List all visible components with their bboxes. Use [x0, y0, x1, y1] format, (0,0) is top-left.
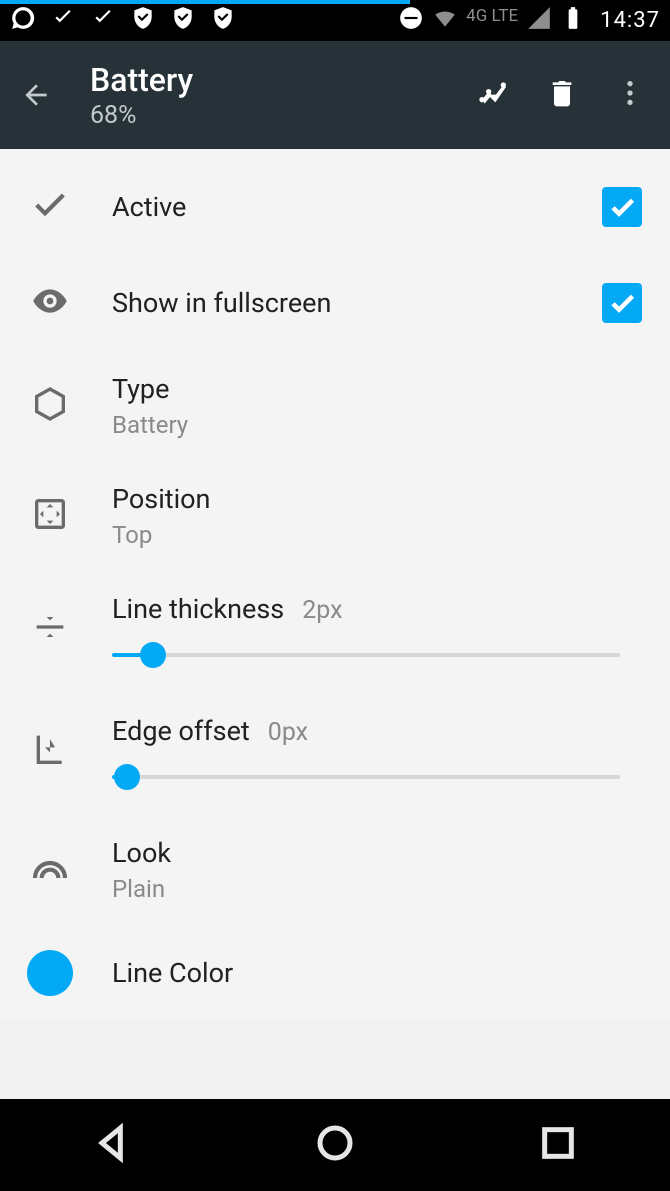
wifi-icon — [432, 5, 458, 37]
chart-icon[interactable] — [478, 77, 510, 113]
check-icon — [30, 185, 70, 229]
top-progress-line — [0, 0, 410, 4]
shield-check-icon — [210, 5, 236, 37]
cell-signal-icon — [526, 5, 552, 37]
do-not-disturb-icon — [398, 5, 424, 37]
row-look[interactable]: Look Plain — [0, 815, 670, 925]
nav-back-button[interactable] — [92, 1123, 132, 1167]
settings-list: Active Show in fullscreen Type Battery — [0, 149, 670, 1021]
thickness-slider[interactable] — [112, 643, 620, 667]
row-label: Line thickness — [112, 593, 284, 625]
color-swatch — [27, 950, 73, 996]
look-icon — [30, 848, 70, 892]
row-value: 2px — [302, 596, 342, 625]
status-clock: 14:37 — [600, 8, 660, 33]
eye-icon — [30, 281, 70, 325]
row-label: Type — [112, 373, 642, 405]
overflow-menu-icon[interactable] — [614, 77, 646, 113]
row-label: Look — [112, 837, 642, 869]
row-label: Edge offset — [112, 715, 250, 747]
hexagon-icon — [30, 384, 70, 428]
shield-check-icon — [170, 5, 196, 37]
check-icon — [50, 5, 76, 37]
nav-home-button[interactable] — [315, 1123, 355, 1167]
page-title: Battery — [90, 61, 478, 99]
page-subtitle: 68% — [90, 101, 478, 130]
row-value: Top — [112, 521, 642, 549]
status-bar: 4G LTE 14:37 — [0, 0, 670, 41]
offset-slider[interactable] — [112, 765, 620, 789]
whatsapp-icon — [10, 5, 36, 37]
check-icon — [90, 5, 116, 37]
row-position[interactable]: Position Top — [0, 461, 670, 571]
row-value: 0px — [268, 718, 308, 747]
battery-icon — [560, 5, 586, 37]
row-edge-offset[interactable]: Edge offset 0px — [0, 693, 670, 815]
back-button[interactable] — [14, 79, 58, 111]
position-icon — [30, 494, 70, 538]
network-type-label: 4G LTE — [466, 8, 518, 25]
active-checkbox[interactable] — [602, 187, 642, 227]
row-active[interactable]: Active — [0, 159, 670, 255]
thickness-icon — [30, 607, 70, 651]
row-label: Active — [112, 191, 602, 223]
app-bar: Battery 68% — [0, 41, 670, 149]
row-type[interactable]: Type Battery — [0, 351, 670, 461]
row-label: Line Color — [112, 957, 642, 989]
shield-check-icon — [130, 5, 156, 37]
row-value: Battery — [112, 411, 642, 439]
delete-icon[interactable] — [546, 77, 578, 113]
row-label: Position — [112, 483, 642, 515]
row-fullscreen[interactable]: Show in fullscreen — [0, 255, 670, 351]
row-value: Plain — [112, 875, 642, 903]
edge-offset-icon — [30, 729, 70, 773]
nav-recent-button[interactable] — [538, 1123, 578, 1167]
row-label: Show in fullscreen — [112, 287, 602, 319]
fullscreen-checkbox[interactable] — [602, 283, 642, 323]
row-line-color[interactable]: Line Color — [0, 925, 670, 1021]
row-line-thickness[interactable]: Line thickness 2px — [0, 571, 670, 693]
android-nav-bar — [0, 1099, 670, 1191]
